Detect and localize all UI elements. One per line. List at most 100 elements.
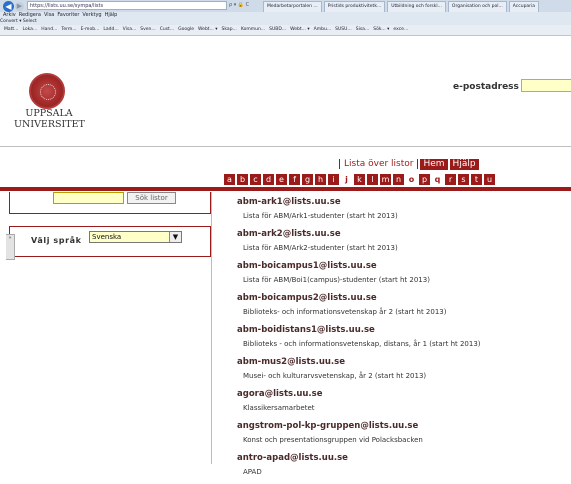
favorite-item[interactable]: Skap... [222,27,237,32]
logo-line2: UNIVERSITET [14,119,85,130]
browser-tab[interactable]: Accuparia [508,1,540,12]
alphabet-letter-i[interactable]: i [328,174,339,185]
menu-item[interactable]: Visa [44,12,54,18]
alphabet-letter-q: q [432,174,443,185]
alphabet-index: abcdefghijklmnopqrstu [224,174,497,187]
nav-help[interactable]: Hjälp [449,158,479,170]
browser-tab[interactable]: Medarbetarportalen ... [263,1,322,12]
list-address-link[interactable]: abm-ark2@lists.uu.se [237,228,567,240]
alphabet-letter-n[interactable]: n [393,174,404,185]
list-item: antro-apad@lists.uu.se APAD [237,452,567,484]
menu-item[interactable]: Verktyg [82,12,101,18]
university-seal-logo[interactable] [29,73,65,109]
favorite-item[interactable]: Ladd... [103,27,118,32]
alphabet-letter-u[interactable]: u [484,174,495,185]
email-input[interactable] [521,79,571,92]
favorite-item[interactable]: E-mob... [81,27,100,32]
favorite-item[interactable]: Kommun... [241,27,265,32]
favorite-item[interactable]: Visa... [123,27,137,32]
browser-tab[interactable]: Utbildning och forskl... [387,1,446,12]
forward-arrow-icon[interactable]: ▶ [15,2,24,11]
header-divider [0,146,571,147]
list-description: Musei- och kulturarvsvetenskap, år 2 (st… [243,372,427,380]
favorite-item[interactable]: Cust... [160,27,174,32]
alphabet-letter-d[interactable]: d [263,174,274,185]
alphabet-letter-h[interactable]: h [315,174,326,185]
command-item[interactable]: Select [21,19,37,24]
mailing-lists: abm-ark1@lists.uu.se Lista för ABM/Ark1-s… [237,196,567,484]
list-item: abm-boicampus2@lists.uu.se Biblioteks- oc… [237,292,567,324]
alphabet-letter-b[interactable]: b [237,174,248,185]
alphabet-letter-g[interactable]: g [302,174,313,185]
favorite-item[interactable]: SUSU... [335,27,352,32]
favorite-item[interactable]: SUBD... [269,27,286,32]
list-item: abm-ark2@lists.uu.se Lista för ABM/Ark2-s… [237,228,567,260]
favorite-item[interactable]: Term... [61,27,76,32]
list-item: abm-mus2@lists.uu.se Musei- och kulturarv… [237,356,567,388]
alphabet-letter-s[interactable]: s [458,174,469,185]
alphabet-letter-o: o [406,174,417,185]
search-input[interactable] [53,192,124,204]
list-address-link[interactable]: abm-ark1@lists.uu.se [237,196,567,208]
favorite-item[interactable]: Matt... [4,27,18,32]
language-label: Välj språk [31,236,82,245]
list-address-link[interactable]: abm-boidistans1@lists.uu.se [237,324,567,336]
list-address-link[interactable]: abm-boicampus1@lists.uu.se [237,260,567,272]
alphabet-letter-c[interactable]: c [250,174,261,185]
list-address-link[interactable]: antro-apad@lists.uu.se [237,452,567,464]
list-address-link[interactable]: agora@lists.uu.se [237,388,567,400]
menu-item[interactable]: Arkiv [3,12,16,18]
menu-item[interactable]: Favoriter [57,12,79,18]
address-tools[interactable]: ρ ▾ 🔒 C [229,2,249,8]
favorite-item[interactable]: Google [178,27,194,32]
university-logo-text: UPPSALA UNIVERSITET [14,108,85,130]
search-lists-button[interactable]: Sök listor [127,192,176,204]
list-description: Konst och presentationsgruppen vid Polac… [243,436,423,444]
list-description: Lista för ABM/Ark1-studenter (start ht 2… [243,212,398,220]
favorite-item[interactable]: Sven... [140,27,155,32]
alphabet-letter-j: j [341,174,352,185]
menu-item[interactable]: Hjälp [105,12,118,18]
favorite-item[interactable]: Webt... ▾ [198,27,218,32]
list-address-link[interactable]: angstrom-pol-kp-gruppen@lists.uu.se [237,420,567,432]
favorite-item[interactable]: Ambu... [314,27,331,32]
sidebar-toggle-tab[interactable]: » [6,234,15,260]
list-item: abm-boicampus1@lists.uu.se Lista för ABM/… [237,260,567,292]
logo-line1: UPPSALA [25,108,73,119]
favorite-item[interactable]: Hand... [41,27,57,32]
favorite-item[interactable]: Sök... ▾ [373,27,389,32]
address-bar[interactable]: https://lists.uu.se/sympa/lists [27,1,227,10]
list-address-link[interactable]: abm-boicampus2@lists.uu.se [237,292,567,304]
back-arrow-icon[interactable]: ◀ [3,1,14,12]
browser-tab[interactable]: Pristids produktivitetk... [323,1,386,12]
alphabet-letter-r[interactable]: r [445,174,456,185]
alphabet-letter-f[interactable]: f [289,174,300,185]
favorite-item[interactable]: Webt... ▾ [290,27,310,32]
alphabet-letter-m[interactable]: m [380,174,391,185]
list-description: Lista för ABM/Boi1(campus)-studenter (st… [243,276,430,284]
list-address-link[interactable]: abm-mus2@lists.uu.se [237,356,567,368]
list-item: abm-boidistans1@lists.uu.se Biblioteks - … [237,324,567,356]
menu-item[interactable]: Redigera [19,12,41,18]
nav-list-of-lists[interactable]: Lista över listor [339,159,419,169]
alphabet-letter-e[interactable]: e [276,174,287,185]
list-description: Lista för ABM/Ark2-studenter (start ht 2… [243,244,398,252]
browser-tab[interactable]: Organisation och pol... [447,1,507,12]
chevron-down-icon[interactable]: ▼ [169,232,181,242]
browser-tabs: Medarbetarportalen ... Pristids produktiv… [263,1,540,12]
alphabet-letter-k[interactable]: k [354,174,365,185]
alphabet-letter-l[interactable]: l [367,174,378,185]
alphabet-letter-p[interactable]: p [419,174,430,185]
browser-chrome: ◀ ▶ https://lists.uu.se/sympa/lists ρ ▾ … [0,0,571,36]
alphabet-letter-t[interactable]: t [471,174,482,185]
command-item[interactable]: Convert ▾ [0,19,21,24]
brand-band [0,187,571,191]
language-select[interactable]: Svenska ▼ [89,231,182,243]
favorite-item[interactable]: Sisa... [356,27,370,32]
favorite-item[interactable]: Loka... [22,27,37,32]
menu-bar: Arkiv Redigera Visa Favoriter Verktyg Hjälp [0,12,571,19]
list-description: Biblioteks - och informationsvetenskap, … [243,340,481,348]
favorite-item[interactable]: exce... [393,27,408,32]
alphabet-letter-a[interactable]: a [224,174,235,185]
nav-home[interactable]: Hem [420,158,448,170]
